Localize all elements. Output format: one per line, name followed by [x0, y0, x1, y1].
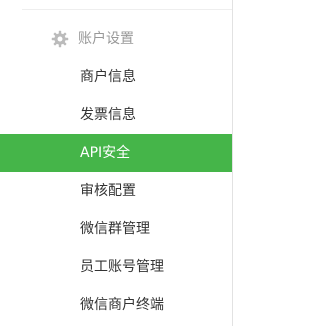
menu-item-api-security[interactable]: API安全	[0, 134, 232, 172]
menu-item-label: API安全	[80, 145, 131, 161]
menu-item-wechat-group-management[interactable]: 微信群管理	[0, 210, 232, 248]
gear-icon	[51, 30, 69, 48]
menu-item-invoice-info[interactable]: 发票信息	[0, 96, 232, 134]
menu-item-label: 员工账号管理	[80, 259, 164, 275]
menu-item-label: 审核配置	[80, 183, 136, 199]
section-title: 账户设置	[78, 31, 134, 47]
divider	[22, 9, 232, 10]
menu-item-merchant-info[interactable]: 商户信息	[0, 58, 232, 96]
menu-item-label: 发票信息	[80, 107, 136, 123]
section-header-account-settings[interactable]: 账户设置	[0, 20, 232, 58]
menu-item-label: 商户信息	[80, 69, 136, 85]
menu-item-label: 微信群管理	[80, 221, 150, 237]
menu-item-label: 微信商户终端	[80, 297, 164, 313]
settings-menu: 商户信息 发票信息 API安全 审核配置 微信群管理 员工账号管理 微信商户终端	[0, 58, 232, 324]
menu-item-review-config[interactable]: 审核配置	[0, 172, 232, 210]
menu-item-staff-account-management[interactable]: 员工账号管理	[0, 248, 232, 286]
sidebar: 账户设置 商户信息 发票信息 API安全 审核配置 微信群管理 员工账号管理 微…	[0, 0, 233, 326]
menu-item-wechat-merchant-terminal[interactable]: 微信商户终端	[0, 286, 232, 324]
